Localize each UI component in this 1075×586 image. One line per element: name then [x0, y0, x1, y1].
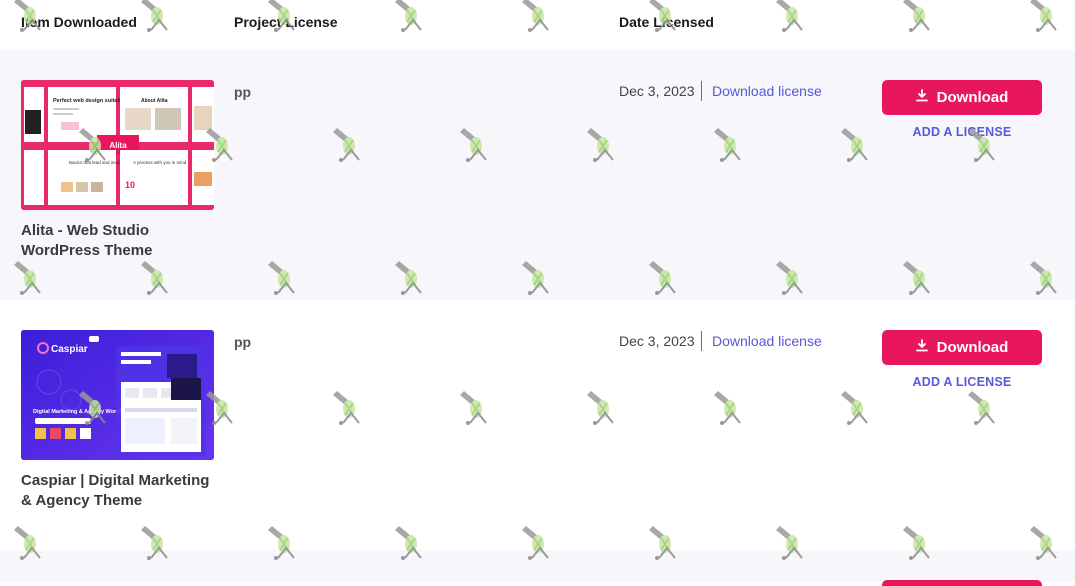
download-button-label: Download	[936, 89, 1009, 106]
add-license-link[interactable]: ADD A LICENSE	[882, 375, 1042, 389]
thumb-bottom-mid: A process with you in mind	[133, 160, 187, 165]
item-title[interactable]: Alita - Web Studio WordPress Theme	[21, 221, 221, 261]
download-button[interactable]	[882, 580, 1042, 586]
download-icon	[915, 339, 928, 356]
row-details: pp Dec 3, 2023 Download license Download…	[0, 80, 1075, 139]
date-licensed: Dec 3, 2023	[619, 83, 695, 99]
project-license: pp	[234, 84, 252, 100]
thumb-badge: Alita	[109, 141, 127, 150]
column-header-license: Project License	[234, 14, 338, 30]
download-button-label: Download	[936, 339, 1009, 356]
table-row: Perfect web design suitable for your bus…	[0, 50, 1075, 300]
download-button[interactable]: Download	[882, 80, 1042, 115]
download-icon	[915, 89, 928, 106]
item-title[interactable]: Caspiar | Digital Marketing & Agency The…	[21, 471, 221, 511]
divider	[701, 331, 702, 351]
download-license-link[interactable]: Download license	[712, 83, 822, 99]
row-details: pp Dec 3, 2023 Download license Download…	[0, 330, 1075, 389]
divider	[701, 81, 702, 101]
table-row	[0, 550, 1075, 586]
download-license-link[interactable]: Download license	[712, 333, 822, 349]
date-licensed: Dec 3, 2023	[619, 333, 695, 349]
project-license: pp	[234, 334, 252, 350]
add-license-link[interactable]: ADD A LICENSE	[882, 125, 1042, 139]
thumb-number: 10	[125, 180, 135, 190]
column-header-date: Date Licensed	[619, 14, 714, 30]
table-header: Item Downloaded Project License Date Lic…	[0, 0, 1075, 50]
column-header-item: Item Downloaded	[21, 14, 137, 30]
download-button[interactable]: Download	[882, 330, 1042, 365]
table-row: Caspiar Digital Marketing & Agency WordP…	[0, 300, 1075, 550]
